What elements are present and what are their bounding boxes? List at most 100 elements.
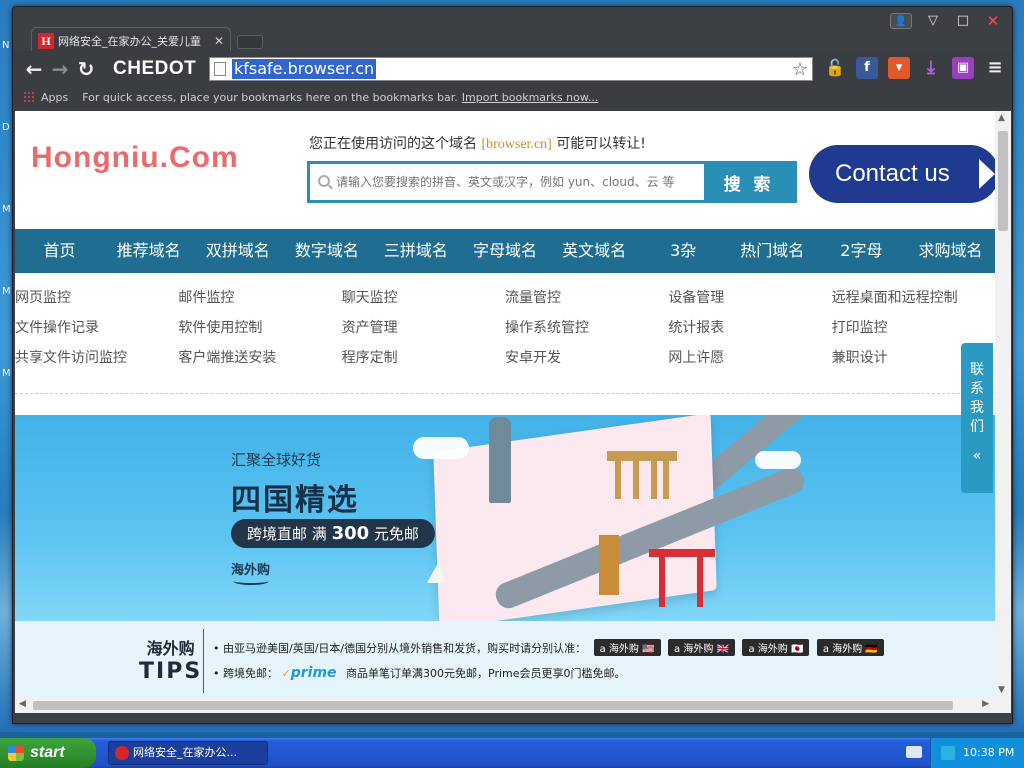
bookmarks-bar: Apps For quick access, place your bookma… xyxy=(13,87,1012,107)
nav-item[interactable]: 双拼域名 xyxy=(193,229,282,273)
bookmark-star-icon[interactable]: ☆ xyxy=(792,59,808,80)
horizontal-scrollbar[interactable]: ◀ ▶ xyxy=(15,697,1011,713)
desktop-icon-fragment[interactable]: D xyxy=(2,122,10,133)
tab-strip: H 网络安全_在家办公_关爱儿童 ✕ 👤 ▽ □ ✕ xyxy=(13,7,1012,53)
notice-prefix: 您正在使用访问的这个域名 xyxy=(309,136,477,152)
service-link[interactable]: 邮件监控 xyxy=(178,283,341,313)
taskbar-item-browser[interactable]: 网络安全_在家办公... xyxy=(108,741,268,765)
scroll-left-icon[interactable]: ◀ xyxy=(19,699,26,709)
menu-icon[interactable]: ≡ xyxy=(984,57,1006,79)
scroll-up-icon[interactable]: ▲ xyxy=(998,113,1005,123)
forward-arrow-icon[interactable]: → xyxy=(47,56,73,82)
store-badge[interactable]: a 海外购 🇩🇪 xyxy=(816,639,884,656)
nav-item[interactable]: 数字域名 xyxy=(282,229,371,273)
site-logo[interactable]: Hongniu.Com xyxy=(31,141,239,175)
scroll-thumb[interactable] xyxy=(33,701,953,710)
service-link[interactable]: 远程桌面和远程控制 xyxy=(832,283,995,313)
service-link[interactable]: 软件使用控制 xyxy=(178,313,341,343)
scroll-right-icon[interactable]: ▶ xyxy=(982,699,989,709)
desktop-icon-fragment[interactable]: M xyxy=(2,286,11,297)
reload-icon[interactable]: ↻ xyxy=(73,56,99,82)
back-arrow-icon[interactable]: ← xyxy=(21,56,47,82)
windows-logo-icon xyxy=(8,745,24,761)
store-badge[interactable]: a 海外购 🇯🇵 xyxy=(742,639,810,656)
service-link[interactable]: 安卓开发 xyxy=(505,343,668,373)
address-bar[interactable]: kfsafe.browser.cn ☆ xyxy=(209,57,813,81)
tab-close-icon[interactable]: ✕ xyxy=(214,34,224,48)
service-link[interactable]: 网页监控 xyxy=(15,283,178,313)
desktop-icon-fragment[interactable]: M xyxy=(2,368,11,379)
banner-brand-logo: 海外购 xyxy=(231,559,270,585)
promo-banner[interactable]: 汇聚全球好货 四国精选 跨境直邮 满 300 元免邮 海外购 xyxy=(15,415,995,621)
nav-item[interactable]: 2字母 xyxy=(817,229,906,273)
page-icon xyxy=(214,62,226,76)
service-link[interactable]: 设备管理 xyxy=(668,283,831,313)
clock[interactable]: 10:38 PM xyxy=(963,746,1014,759)
offer-suffix: 元免邮 xyxy=(373,525,419,543)
nav-item[interactable]: 推荐域名 xyxy=(104,229,193,273)
link-row: 网页监控 邮件监控 聊天监控 流量管控 设备管理 远程桌面和远程控制 xyxy=(15,283,995,313)
network-icon[interactable] xyxy=(941,746,955,760)
nav-item[interactable]: 首页 xyxy=(15,229,104,273)
taskbar-item-label: 网络安全_在家办公... xyxy=(133,746,237,759)
service-link[interactable]: 打印监控 xyxy=(832,313,995,343)
statue-of-liberty-illustration xyxy=(489,417,511,503)
float-char: 系 xyxy=(970,381,984,397)
service-link[interactable]: 资产管理 xyxy=(342,313,505,343)
scroll-thumb[interactable] xyxy=(998,131,1008,231)
apps-link[interactable]: Apps xyxy=(41,91,68,104)
site-favicon-icon: H xyxy=(38,32,54,49)
service-link[interactable]: 统计报表 xyxy=(668,313,831,343)
scroll-down-icon[interactable]: ▼ xyxy=(998,685,1005,695)
download-icon[interactable]: ⤓ xyxy=(920,57,942,79)
checkmark-icon: ✓ xyxy=(281,667,291,680)
unlock-icon[interactable]: 🔓 xyxy=(824,57,846,79)
url-text[interactable]: kfsafe.browser.cn xyxy=(232,59,377,79)
service-link[interactable]: 程序定制 xyxy=(342,343,505,373)
facebook-icon[interactable]: f xyxy=(856,57,878,79)
media-icon[interactable]: ▾ xyxy=(888,57,910,79)
service-link[interactable]: 客户端推送安装 xyxy=(178,343,341,373)
taskbar: start 网络安全_在家办公... 10:38 PM xyxy=(0,738,1024,768)
offer-prefix: 跨境直邮 满 xyxy=(247,525,327,543)
service-link[interactable]: 共享文件访问监控 xyxy=(15,343,178,373)
nav-item[interactable]: 三拼域名 xyxy=(371,229,460,273)
tip-line: • 跨境免邮： ✓prime 商品单笔订单满300元免邮，Prime会员更享0门… xyxy=(213,665,626,681)
tab-active[interactable]: H 网络安全_在家办公_关爱儿童 ✕ xyxy=(31,27,231,53)
dropdown-icon[interactable]: ▽ xyxy=(924,13,942,29)
maximize-icon[interactable]: □ xyxy=(954,13,972,29)
contact-float-tab[interactable]: 联 系 我 们 « xyxy=(961,343,993,493)
nav-item[interactable]: 英文域名 xyxy=(550,229,639,273)
service-link[interactable]: 操作系统管控 xyxy=(505,313,668,343)
nav-item[interactable]: 字母域名 xyxy=(460,229,549,273)
store-badge[interactable]: a 海外购 🇬🇧 xyxy=(668,639,735,656)
service-link[interactable]: 流量管控 xyxy=(505,283,668,313)
search-button[interactable]: 搜 索 xyxy=(704,164,794,200)
main-nav: 首页 推荐域名 双拼域名 数字域名 三拼域名 字母域名 英文域名 3杂 热门域名… xyxy=(15,229,995,273)
search-input[interactable] xyxy=(310,164,704,200)
new-tab-button[interactable] xyxy=(237,35,263,49)
profile-icon[interactable]: 👤 xyxy=(890,13,912,29)
service-link[interactable]: 文件操作记录 xyxy=(15,313,178,343)
desktop-icon-fragment[interactable]: M xyxy=(2,204,11,215)
close-window-icon[interactable]: ✕ xyxy=(984,13,1002,29)
apps-grid-icon[interactable] xyxy=(23,91,35,103)
service-link[interactable]: 网上许愿 xyxy=(668,343,831,373)
store-badge[interactable]: a 海外购 🇺🇸 xyxy=(593,639,661,656)
tips-logo: 海外购 TIPS xyxy=(139,635,202,684)
keyboard-icon[interactable] xyxy=(906,746,922,758)
sailboat-illustration xyxy=(427,561,445,583)
tip-line: • 由亚马逊美国/英国/日本/德国分别从境外销售和发货，购买时请分别认准： a … xyxy=(213,639,884,656)
import-bookmarks-link[interactable]: Import bookmarks now... xyxy=(462,91,599,104)
vertical-scrollbar[interactable]: ▲ ▼ xyxy=(995,111,1011,697)
desktop-icon-fragment[interactable]: N xyxy=(2,40,9,51)
browser-toolbar: ← → ↻ CHEDOT kfsafe.browser.cn ☆ 🔓 f ▾ ⤓… xyxy=(13,51,1012,87)
nav-item[interactable]: 3杂 xyxy=(639,229,728,273)
float-char: 联 xyxy=(970,362,984,378)
contact-us-button[interactable]: Contact us xyxy=(809,145,995,203)
monitor-icon[interactable]: ▣ xyxy=(952,57,974,79)
start-button[interactable]: start xyxy=(0,738,96,768)
nav-item[interactable]: 热门域名 xyxy=(728,229,817,273)
service-link[interactable]: 聊天监控 xyxy=(342,283,505,313)
nav-item[interactable]: 求购域名 xyxy=(906,229,995,273)
